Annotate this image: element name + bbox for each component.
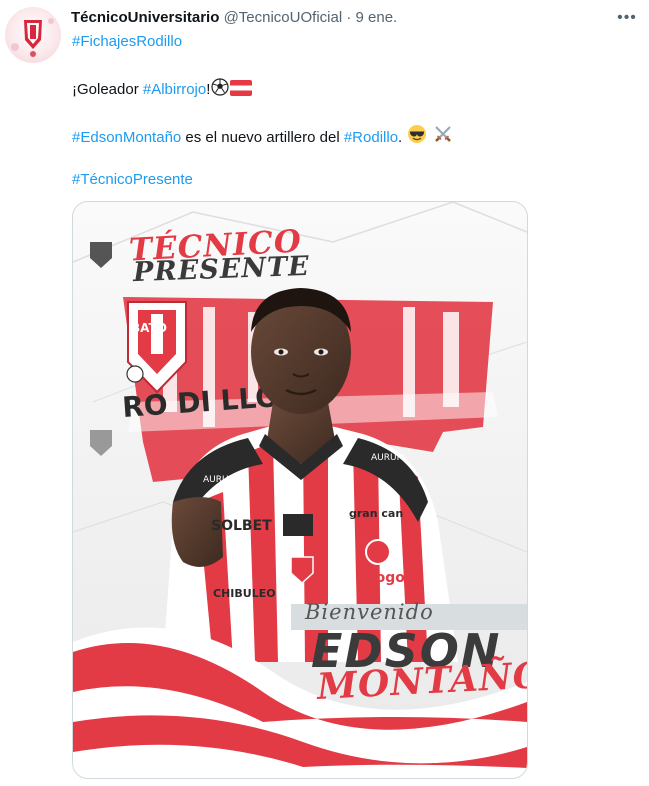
welcome-text: Bienvenido — [305, 600, 434, 624]
soccer-ball-emoji — [211, 78, 230, 102]
sponsor-chest: SOLBET — [211, 518, 272, 534]
tweet-line-2: ¡Goleador #Albirrojo! — [72, 78, 253, 102]
author-handle[interactable]: @TecnicoUOficial — [224, 9, 343, 26]
hashtag-rodillo[interactable]: #Rodillo — [344, 129, 398, 146]
avatar[interactable] — [5, 7, 61, 63]
text-exclamation: ! — [206, 81, 211, 98]
collar-brand-right: AURUM — [371, 453, 404, 463]
sponsor-bogo: Bogo — [365, 570, 405, 586]
author-name[interactable]: TécnicoUniversitario — [71, 9, 219, 26]
tweet-line-1: #FichajesRodillo — [72, 32, 182, 52]
hashtag-fichajes-rodillo[interactable]: #FichajesRodillo — [72, 33, 182, 50]
more-label: ••• — [617, 9, 637, 26]
text-nuevo-artillero: es el nuevo artillero del — [181, 129, 344, 146]
badge-text: BATO — [131, 321, 167, 335]
tweet-line-4: #TécnicoPresente — [72, 170, 193, 190]
hashtag-albirrojo[interactable]: #Albirrojo — [143, 81, 206, 98]
tweet-timestamp[interactable]: 9 ene. — [356, 9, 398, 26]
hashtag-tecnico-presente[interactable]: #TécnicoPresente — [72, 171, 193, 188]
crossed-swords-emoji — [433, 124, 453, 150]
brand-presente: PRESENTE — [132, 250, 311, 289]
sponsor-can: gran can — [349, 507, 403, 520]
smiling-sunglasses-emoji — [407, 124, 427, 150]
tweet-image[interactable]: BATO RO DI LLO AURUM AURUM SOLBET gran c… — [72, 201, 528, 779]
collar-brand-left: AURUM — [203, 475, 236, 485]
text-period: . — [398, 129, 403, 146]
tweet-header: TécnicoUniversitario @TecnicoUOficial · … — [71, 8, 397, 28]
sponsor-chibuleo: CHIBULEO — [213, 587, 276, 600]
austria-flag-emoji — [230, 80, 253, 102]
hashtag-edson-montano[interactable]: #EdsonMontaño — [72, 129, 181, 146]
more-icon[interactable]: ••• — [615, 6, 639, 30]
separator-dot: · — [346, 9, 352, 26]
tweet-line-3: #EdsonMontaño es el nuevo artillero del … — [72, 124, 453, 150]
tweet[interactable]: TécnicoUniversitario @TecnicoUOficial · … — [0, 0, 649, 786]
text-goleador: ¡Goleador — [72, 81, 143, 98]
